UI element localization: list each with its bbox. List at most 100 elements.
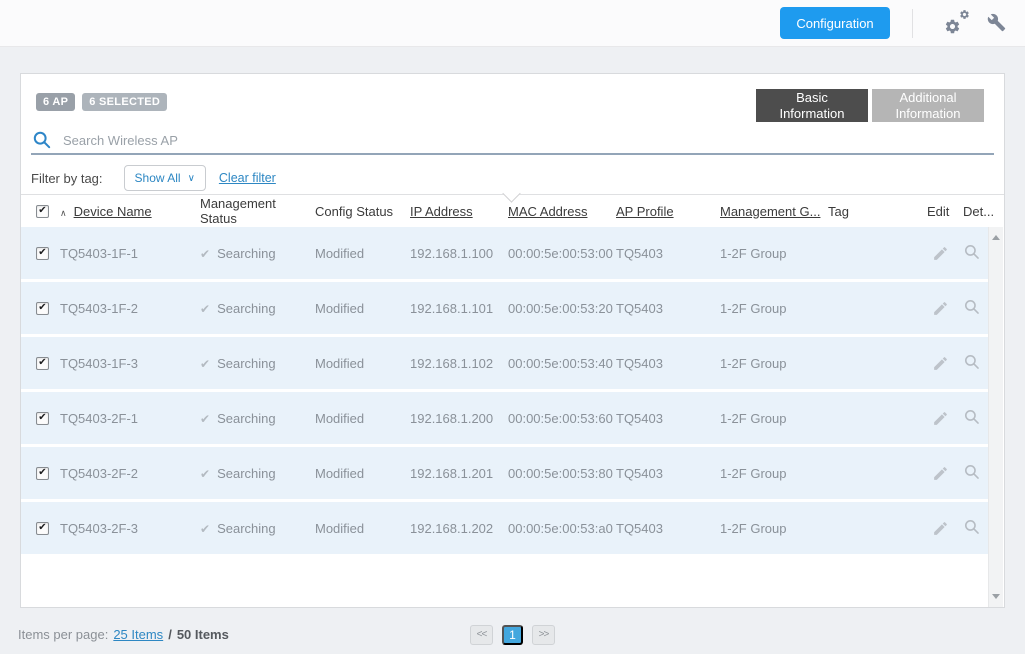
table-header: ∧Device Name Management Status Config St… [21, 195, 988, 227]
edit-button[interactable] [927, 355, 963, 372]
search-icon [33, 131, 51, 149]
cell-management-status: ✔Searching [200, 301, 315, 316]
current-page-button[interactable]: 1 [502, 625, 523, 645]
pencil-icon [932, 355, 949, 372]
info-tabs: Basic Information Additional Information [756, 89, 984, 122]
ap-count-badge: 6 AP [36, 93, 75, 111]
details-button[interactable] [963, 519, 988, 538]
edit-button[interactable] [927, 410, 963, 427]
table-row[interactable]: TQ5403-1F-1 ✔Searching Modified 192.168.… [21, 227, 988, 279]
col-ip-address: IP Address [410, 204, 508, 219]
table-row[interactable]: TQ5403-2F-1 ✔Searching Modified 192.168.… [21, 392, 988, 444]
wrench-icon[interactable] [987, 13, 1007, 33]
row-checkbox[interactable] [36, 357, 49, 370]
details-button[interactable] [963, 244, 988, 263]
next-page-button[interactable]: >> [532, 625, 555, 645]
details-button[interactable] [963, 464, 988, 483]
cell-mac-address: 00:00:5e:00:53:20 [508, 301, 616, 316]
edit-button[interactable] [927, 465, 963, 482]
cell-ap-profile: TQ5403 [616, 521, 720, 536]
topbar: Configuration [0, 0, 1025, 47]
prev-page-button[interactable]: << [470, 625, 493, 645]
cell-device-name: TQ5403-1F-1 [60, 246, 200, 261]
cell-mac-address: 00:00:5e:00:53:a0 [508, 521, 616, 536]
cell-device-name: TQ5403-2F-1 [60, 411, 200, 426]
count-badges: 6 AP 6 SELECTED [36, 93, 167, 111]
cell-device-name: TQ5403-1F-2 [60, 301, 200, 316]
cell-mac-address: 00:00:5e:00:53:80 [508, 466, 616, 481]
col-management-status: Management Status [200, 196, 315, 226]
cell-ap-profile: TQ5403 [616, 466, 720, 481]
clear-filter-link[interactable]: Clear filter [219, 171, 276, 185]
tab-basic-information[interactable]: Basic Information [756, 89, 868, 122]
status-check-icon: ✔ [200, 302, 210, 316]
pager: << 1 >> [0, 625, 1025, 645]
scroll-up-icon[interactable] [992, 235, 1000, 240]
cell-device-name: TQ5403-2F-3 [60, 521, 200, 536]
details-button[interactable] [963, 354, 988, 373]
row-checkbox[interactable] [36, 302, 49, 315]
chevron-down-icon: ∨ [188, 173, 195, 184]
cell-management-status: ✔Searching [200, 466, 315, 481]
pencil-icon [932, 410, 949, 427]
cell-device-name: TQ5403-2F-2 [60, 466, 200, 481]
details-button[interactable] [963, 299, 988, 318]
cell-mac-address: 00:00:5e:00:53:00 [508, 246, 616, 261]
pencil-icon [932, 245, 949, 262]
filter-row: Filter by tag: Show All ∨ Clear filter [31, 165, 276, 191]
topbar-divider [912, 9, 913, 38]
sort-ascending-icon: ∧ [60, 208, 67, 218]
cell-ip-address: 192.168.1.100 [410, 246, 508, 261]
details-button[interactable] [963, 409, 988, 428]
col-ap-profile: AP Profile [616, 204, 720, 219]
cell-device-name: TQ5403-1F-3 [60, 356, 200, 371]
configuration-button[interactable]: Configuration [780, 7, 890, 39]
scroll-down-icon[interactable] [992, 594, 1000, 599]
table-row[interactable]: TQ5403-1F-2 ✔Searching Modified 192.168.… [21, 282, 988, 334]
pencil-icon [932, 300, 949, 317]
col-tag: Tag [828, 204, 927, 219]
tag-filter-dropdown[interactable]: Show All ∨ [124, 165, 206, 191]
status-check-icon: ✔ [200, 467, 210, 481]
cell-ip-address: 192.168.1.102 [410, 356, 508, 371]
pencil-icon [932, 465, 949, 482]
edit-button[interactable] [927, 245, 963, 262]
cell-management-status: ✔Searching [200, 246, 315, 261]
cell-ip-address: 192.168.1.101 [410, 301, 508, 316]
cell-ip-address: 192.168.1.200 [410, 411, 508, 426]
vertical-scrollbar[interactable] [988, 227, 1003, 607]
edit-button[interactable] [927, 300, 963, 317]
cell-config-status: Modified [315, 301, 410, 316]
filter-by-tag-label: Filter by tag: [31, 171, 103, 186]
cell-ap-profile: TQ5403 [616, 246, 720, 261]
cell-mac-address: 00:00:5e:00:53:40 [508, 356, 616, 371]
row-checkbox[interactable] [36, 247, 49, 260]
col-management-group: Management G... [720, 204, 828, 219]
cell-config-status: Modified [315, 356, 410, 371]
table-row[interactable]: TQ5403-2F-3 ✔Searching Modified 192.168.… [21, 502, 988, 554]
table-row[interactable]: TQ5403-2F-2 ✔Searching Modified 192.168.… [21, 447, 988, 499]
status-check-icon: ✔ [200, 412, 210, 426]
magnifier-icon [964, 464, 980, 480]
cell-management-status: ✔Searching [200, 521, 315, 536]
row-checkbox[interactable] [36, 467, 49, 480]
cell-config-status: Modified [315, 521, 410, 536]
status-check-icon: ✔ [200, 522, 210, 536]
tab-additional-information[interactable]: Additional Information [872, 89, 984, 122]
cell-management-group: 1-2F Group [720, 246, 828, 261]
magnifier-icon [964, 354, 980, 370]
magnifier-icon [964, 409, 980, 425]
table-row[interactable]: TQ5403-1F-3 ✔Searching Modified 192.168.… [21, 337, 988, 389]
search-input[interactable] [63, 133, 383, 148]
row-checkbox[interactable] [36, 522, 49, 535]
row-checkbox[interactable] [36, 412, 49, 425]
cell-config-status: Modified [315, 411, 410, 426]
cell-ap-profile: TQ5403 [616, 356, 720, 371]
cell-management-group: 1-2F Group [720, 466, 828, 481]
cell-management-group: 1-2F Group [720, 301, 828, 316]
edit-button[interactable] [927, 520, 963, 537]
settings-gears-icon[interactable] [944, 9, 970, 37]
magnifier-icon [964, 244, 980, 260]
select-all-checkbox[interactable] [36, 205, 49, 218]
magnifier-icon [964, 299, 980, 315]
